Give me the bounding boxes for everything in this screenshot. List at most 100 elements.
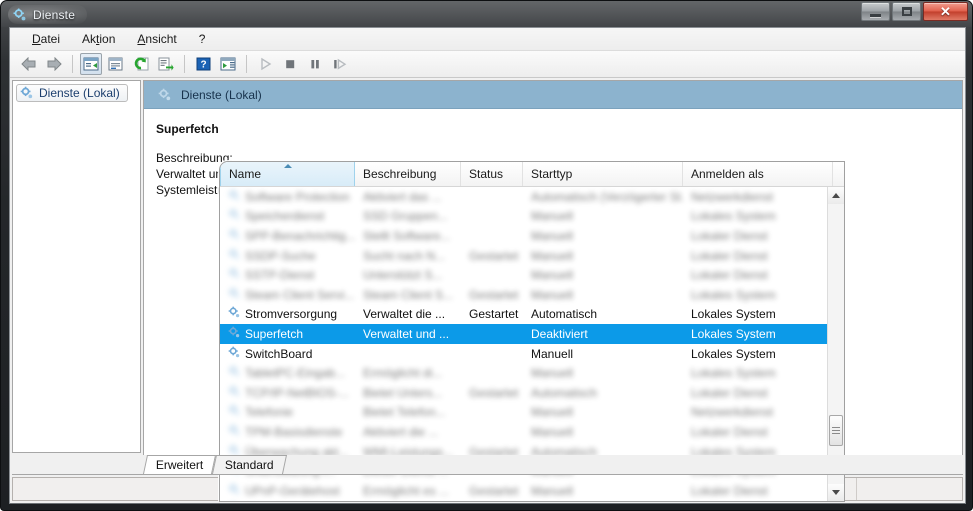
show-action-pane-button[interactable] — [217, 53, 239, 75]
table-cell-text: Automatisch — [531, 307, 598, 322]
table-row[interactable]: Speicherdienst SSD Gruppen... Manuell Lokal… — [220, 207, 827, 227]
table-row[interactable]: TCP/IP-NetBIOS-... Bietet Unters... Gestar… — [220, 383, 827, 403]
table-cell-text: Ermöglicht es ... — [363, 483, 450, 498]
scroll-up-button[interactable] — [828, 187, 844, 204]
table-cell: SPP-Benachrichtig... — [220, 228, 355, 244]
table-cell: Automatisch (Verzögerter St... — [523, 190, 683, 204]
tab-standard-label: Standard — [225, 458, 274, 472]
menu-ansicht[interactable]: Ansicht — [127, 29, 186, 49]
column-header-name[interactable]: Name — [220, 162, 355, 186]
close-button[interactable]: ✕ — [923, 2, 968, 21]
table-cell-text: Manuell — [531, 424, 574, 439]
table-cell-text: Steam Client Servi... — [245, 287, 355, 302]
column-header-starttyp[interactable]: Starttyp — [523, 162, 683, 186]
table-cell-text: Manuell — [531, 228, 574, 243]
minimize-button[interactable] — [861, 2, 890, 21]
table-cell-text: SSTP-Dienst — [245, 268, 315, 283]
table-cell-text: TPM-Basisdienste — [245, 424, 343, 439]
back-button[interactable] — [18, 53, 40, 75]
column-header-filler — [833, 162, 844, 186]
table-cell: SSD Gruppen... — [355, 209, 461, 223]
column-header-status[interactable]: Status — [461, 162, 523, 186]
services-gear-icon — [228, 208, 241, 224]
services-gear-icon — [228, 228, 241, 244]
column-header-anmelden-als[interactable]: Anmelden als — [683, 162, 833, 186]
properties-button[interactable] — [105, 53, 127, 75]
table-cell: Lokaler Dienst — [683, 229, 827, 243]
table-cell: Manuell — [523, 249, 683, 263]
services-gear-icon — [228, 248, 241, 264]
export-list-icon — [158, 57, 174, 71]
menu-help[interactable]: ? — [189, 29, 216, 49]
table-cell-text: TabletPC-Eingab... — [245, 366, 346, 381]
services-list-panel: Name Beschreibung Status Starttyp Anmeld… — [219, 161, 845, 502]
table-row[interactable]: TPM-Basisdienste Aktiviert die ... Manuell… — [220, 422, 827, 442]
grip-line — [832, 427, 840, 428]
table-row[interactable]: Stromversorgung Verwaltet die ... Gestarte… — [220, 305, 827, 325]
column-header-beschreibung[interactable]: Beschreibung — [355, 162, 461, 186]
table-cell: Steam Client S... — [355, 288, 461, 302]
table-cell-text: Netzwerkdienst — [691, 189, 774, 204]
table-cell: Lokales System — [683, 347, 827, 361]
export-list-button[interactable] — [155, 53, 177, 75]
table-cell-text: Lokaler Dienst — [691, 268, 768, 283]
table-cell: Lokales System — [683, 307, 827, 321]
table-row[interactable]: SSDP-Suche Sucht nach N... Gestartet Manuel… — [220, 246, 827, 266]
scroll-down-button[interactable] — [828, 484, 844, 501]
console-tree-icon — [83, 57, 99, 71]
table-cell-text: Manuell — [531, 287, 574, 302]
table-row[interactable]: Superfetch Verwaltet und ... Deaktiviert Lo… — [220, 324, 827, 344]
detail-service-name: Superfetch — [156, 122, 219, 136]
table-row[interactable]: Telefonie Bietet Telefon... Manuell Netzwer… — [220, 403, 827, 423]
refresh-button[interactable] — [130, 53, 152, 75]
scrollbar-thumb[interactable] — [829, 415, 843, 446]
list-vertical-scrollbar[interactable] — [827, 187, 844, 501]
table-row[interactable]: Software Protection Aktiviert das ... Auto… — [220, 187, 827, 207]
main-body: Dienste (Lokal) Dienste (Lokal) Superfet… — [10, 78, 965, 502]
table-row[interactable]: TabletPC-Eingab... Ermöglicht di... Manuel… — [220, 363, 827, 383]
table-row[interactable]: SPP-Benachrichtig... Stellt Software... Ma… — [220, 226, 827, 246]
table-cell-text: Gestartet — [469, 307, 519, 322]
table-row[interactable]: VirtualBox-DienstVerwaltet Vir...Automat… — [220, 501, 827, 502]
table-cell: Bietet Telefon... — [355, 405, 461, 419]
services-gear-icon — [228, 326, 241, 342]
help-button[interactable]: ? — [192, 53, 214, 75]
menu-datei[interactable]: Datei — [22, 29, 70, 49]
table-row[interactable]: Steam Client Servi... Steam Client S... Ge… — [220, 285, 827, 305]
column-header-name-label: Name — [229, 167, 262, 181]
forward-button[interactable] — [43, 53, 65, 75]
table-cell-text: Bietet Unters... — [363, 385, 443, 400]
play-icon — [261, 57, 272, 71]
show-hide-tree-button[interactable] — [80, 53, 102, 75]
services-gear-icon — [228, 287, 241, 303]
table-cell-text: Gestartet — [469, 248, 519, 263]
tab-standard[interactable]: Standard — [212, 455, 288, 474]
table-row[interactable]: SSTP-Dienst Unterstützt S... Manuell Lokale… — [220, 265, 827, 285]
table-cell-text: Manuell — [531, 248, 574, 263]
sidebar-item-dienste-lokal[interactable]: Dienste (Lokal) — [16, 84, 128, 102]
table-cell: Bietet Unters... — [355, 386, 461, 400]
table-row[interactable]: SwitchBoard Manuell Lokales System — [220, 344, 827, 364]
client-area: Datei Aktion Ansicht ? ? Dienste (Lokal)… — [9, 27, 966, 504]
table-cell: Unterstützt S... — [355, 268, 461, 282]
stop-service-button — [279, 53, 301, 75]
table-cell-text: Verwaltet die ... — [363, 307, 446, 322]
title-bar[interactable]: Dienste ✕ — [1, 1, 972, 27]
table-cell: Manuell — [523, 268, 683, 282]
table-cell-text: Manuell — [531, 209, 574, 224]
table-cell: Automatisch — [523, 307, 683, 321]
services-rows[interactable]: Software Protection Aktiviert das ... Auto… — [220, 187, 827, 501]
table-row[interactable]: UPnP-Gerätehost Ermöglicht es ... Gestarte… — [220, 481, 827, 501]
table-cell: Gestartet — [461, 249, 523, 263]
table-cell: Netzwerkdienst — [683, 405, 827, 419]
table-cell-text: UPnP-Gerätehost — [245, 483, 340, 498]
table-cell-text: Manuell — [531, 366, 574, 381]
table-cell: Manuell — [523, 209, 683, 223]
tab-erweitert[interactable]: Erweitert — [142, 455, 217, 474]
table-cell: Manuell — [523, 405, 683, 419]
table-cell: Manuell — [523, 288, 683, 302]
table-cell: Gestartet — [461, 288, 523, 302]
maximize-button[interactable] — [892, 2, 921, 21]
services-gear-icon — [228, 267, 241, 283]
menu-aktion[interactable]: Aktion — [72, 29, 125, 49]
